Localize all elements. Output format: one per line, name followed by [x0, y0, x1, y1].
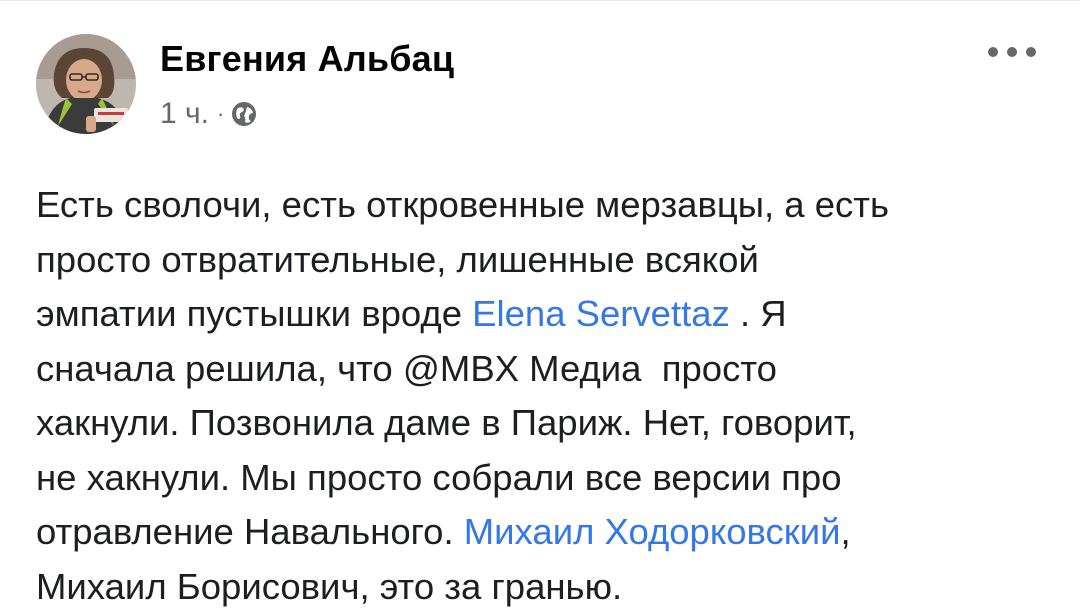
post-meta: 1 ч. · — [160, 96, 258, 132]
post-text-segment: отравление Навального. — [36, 511, 464, 552]
more-dot-icon — [988, 47, 998, 57]
avatar-photo — [36, 34, 136, 134]
post-text-line: Михаил Борисович, это за гранью. — [36, 560, 1046, 614]
post-text-line: отравление Навального. Михаил Ходорковск… — [36, 505, 1046, 560]
post-text-line: хакнули. Позвонила даме в Париж. Нет, го… — [36, 396, 1046, 451]
mention-elena-servettaz[interactable]: Elena Servettaz — [472, 293, 730, 334]
more-options-button[interactable] — [988, 40, 1036, 64]
globe-icon[interactable] — [230, 100, 258, 128]
meta-separator: · — [217, 101, 224, 127]
mention-mikhail-khodorkovsky[interactable]: Михаил Ходорковский — [464, 511, 841, 552]
author-name[interactable]: Евгения Альбац — [160, 38, 454, 80]
author-avatar[interactable] — [36, 34, 136, 134]
post-text-line: эмпатии пустышки вроде Elena Servettaz .… — [36, 287, 1046, 342]
post-text-line: не хакнули. Мы просто собрали все версии… — [36, 451, 1046, 506]
post-text-segment: эмпатии пустышки вроде — [36, 293, 472, 334]
more-dot-icon — [1007, 47, 1017, 57]
post-text-line: Есть сволочи, есть откровенные мерзавцы,… — [36, 178, 1046, 233]
facebook-post: Евгения Альбац 1 ч. · Есть сволочи, есть… — [0, 0, 1080, 613]
post-text-line: просто отвратительные, лишенные всякой — [36, 233, 1046, 288]
post-body: Есть сволочи, есть откровенные мерзавцы,… — [36, 178, 1046, 614]
post-text-segment: , — [841, 511, 851, 552]
post-text-line: сначала решила, что @MBX Медиа просто — [36, 342, 1046, 397]
more-dot-icon — [1026, 47, 1036, 57]
post-time[interactable]: 1 ч. — [160, 97, 209, 131]
post-text-segment: . Я — [730, 293, 787, 334]
